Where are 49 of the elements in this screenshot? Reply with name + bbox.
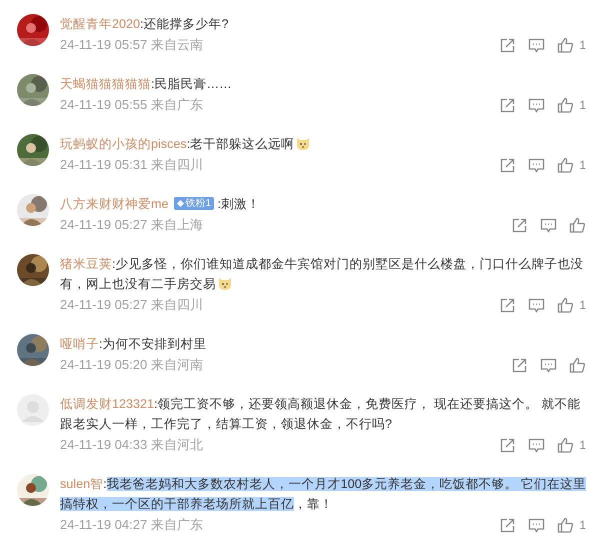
- share-icon[interactable]: [499, 36, 516, 54]
- dog-emoji-icon: [295, 135, 312, 151]
- comment-meta: 24-11-19 05:20 来自河南: [60, 356, 203, 374]
- thumbs-up-icon[interactable]: [557, 516, 574, 534]
- comment-text: 低调发财123321:领完工资不够，还要领高额退休金，免费医疗， 现在还要搞这个。 就不能跟老实人一样，工作完了，结算工资，领退休金，不行吗?: [60, 396, 582, 433]
- share-icon[interactable]: [499, 156, 516, 174]
- comment-icon[interactable]: [528, 436, 546, 454]
- like-count: 1: [579, 37, 586, 54]
- thumbs-up-icon[interactable]: [557, 436, 574, 454]
- comment-meta: 24-11-19 04:27 来自广东: [60, 516, 203, 534]
- comment-meta: 24-11-19 05:27 来自四川: [60, 296, 203, 314]
- comment-icon[interactable]: [528, 516, 546, 534]
- comment-icon[interactable]: [540, 216, 557, 234]
- share-icon[interactable]: [499, 436, 516, 454]
- comment-meta: 24-11-19 05:57 来自云南: [60, 36, 203, 54]
- comment-text: 玩蚂蚁的小孩的pisces:老干部躲这么远啊: [60, 134, 588, 154]
- thumbs-up-icon[interactable]: [569, 216, 586, 234]
- thumbs-up-icon[interactable]: [569, 356, 586, 374]
- comment-meta: 24-11-19 04:33 来自河北: [60, 436, 203, 454]
- share-icon[interactable]: [511, 216, 528, 234]
- comment-text: 猪米豆荚:少见多怪，你们谁知道成都金牛宾馆对门的别墅区是什么楼盘，门口什么牌子也没有，网上也没有二手房交易: [60, 256, 584, 293]
- like-count: 1: [579, 517, 586, 534]
- share-icon[interactable]: [499, 516, 516, 534]
- comment-text: 八方来财财神爱me 铁粉1 :刺激！: [60, 196, 262, 213]
- thumbs-up-icon[interactable]: [557, 36, 574, 54]
- comment-icon[interactable]: [528, 156, 546, 174]
- thumbs-up-icon[interactable]: [557, 96, 574, 114]
- like-count: 1: [579, 437, 586, 454]
- comment-text: 天蝎猫猫猫猫猫:民脂民膏……: [60, 76, 233, 93]
- share-icon[interactable]: [499, 296, 516, 314]
- comment-icon[interactable]: [528, 36, 546, 54]
- like-count: 1: [579, 97, 586, 114]
- comment-text: 觉醒青年2020:还能撑多少年?: [60, 16, 230, 33]
- thumbs-up-icon[interactable]: [557, 296, 574, 314]
- dog-emoji-icon: [217, 275, 233, 291]
- comment-icon[interactable]: [528, 96, 546, 114]
- comment-meta: 24-11-19 05:55 来自广东: [60, 96, 203, 114]
- comment-text: sulen智:我老爸老妈和大多数农村老人，一个月才100多元养老金，吃饭都不够。 它们在这里搞特权，一个区的干部养老场所就上百亿，靠！: [60, 476, 588, 513]
- diamond-icon: [176, 200, 184, 207]
- comment-meta: 24-11-19 05:27 来自上海: [60, 216, 203, 234]
- comment-meta: 24-11-19 05:31 来自四川: [60, 156, 203, 174]
- thumbs-up-icon[interactable]: [557, 156, 574, 174]
- comment-text: 哑哨子:为何不安排到村里: [60, 336, 208, 353]
- like-count: 1: [579, 157, 586, 174]
- comment-icon[interactable]: [540, 356, 557, 374]
- comment-icon[interactable]: [528, 296, 546, 314]
- share-icon[interactable]: [499, 96, 516, 114]
- share-icon[interactable]: [511, 356, 528, 374]
- like-count: 1: [579, 297, 586, 314]
